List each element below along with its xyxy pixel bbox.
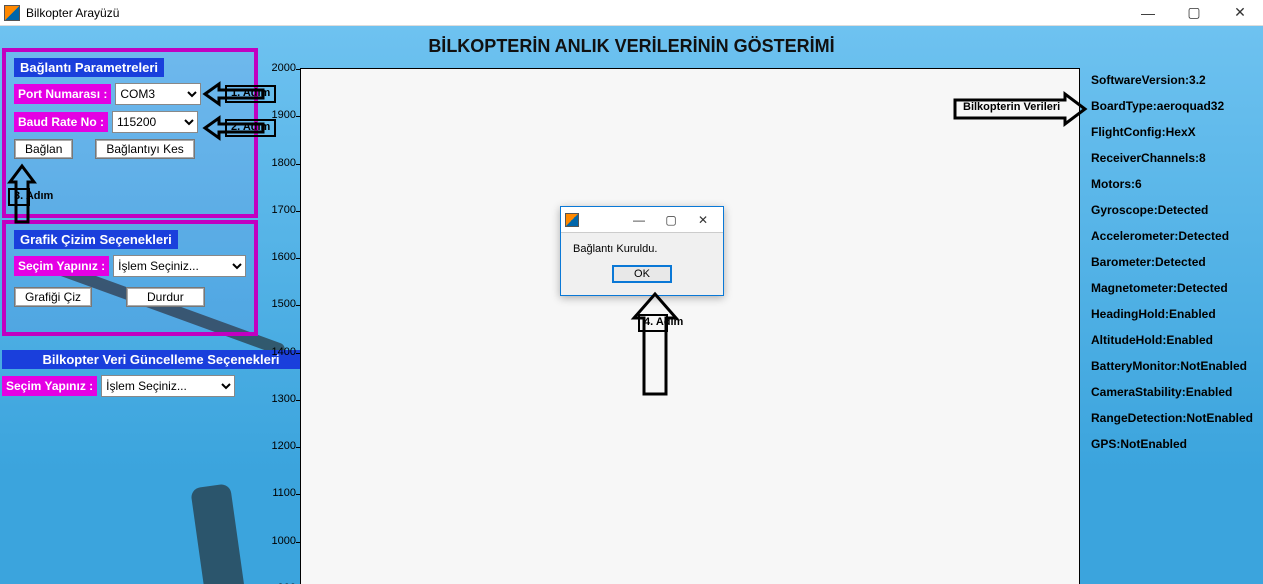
y-tick-label: 1600 bbox=[266, 251, 296, 263]
update-select-label: Seçim Yapınız : bbox=[2, 376, 97, 396]
port-label: Port Numarası : bbox=[14, 84, 111, 104]
connect-button[interactable]: Bağlan bbox=[14, 139, 73, 159]
plot-panel-header: Grafik Çizim Seçenekleri bbox=[14, 230, 178, 249]
draw-graph-button[interactable]: Grafiği Çiz bbox=[14, 287, 92, 307]
y-tick-label: 1400 bbox=[266, 346, 296, 358]
dialog-minimize-button[interactable]: — bbox=[623, 208, 655, 232]
plot-select[interactable]: İşlem Seçiniz... bbox=[113, 255, 246, 277]
info-item: HeadingHold:Enabled bbox=[1091, 308, 1257, 320]
maximize-button[interactable]: ▢ bbox=[1171, 0, 1217, 26]
dialog-logo-icon bbox=[565, 213, 579, 227]
info-item: RangeDetection:NotEnabled bbox=[1091, 412, 1257, 424]
y-tick-label: 2000 bbox=[266, 62, 296, 74]
y-tick-label: 1200 bbox=[266, 440, 296, 452]
info-item: Gyroscope:Detected bbox=[1091, 204, 1257, 216]
y-tick-label: 1700 bbox=[266, 204, 296, 216]
info-item: SoftwareVersion:3.2 bbox=[1091, 74, 1257, 86]
info-item: Accelerometer:Detected bbox=[1091, 230, 1257, 242]
info-item: Magnetometer:Detected bbox=[1091, 282, 1257, 294]
info-item: GPS:NotEnabled bbox=[1091, 438, 1257, 450]
port-select[interactable]: COM3 bbox=[115, 83, 201, 105]
y-tick-label: 1300 bbox=[266, 393, 296, 405]
connection-panel: Bağlantı Parametreleri Port Numarası : C… bbox=[2, 48, 258, 218]
y-tick-label: 1100 bbox=[266, 487, 296, 499]
info-item: Motors:6 bbox=[1091, 178, 1257, 190]
message-dialog: — ▢ ✕ Bağlantı Kuruldu. OK bbox=[560, 206, 724, 296]
minimize-button[interactable]: — bbox=[1125, 0, 1171, 26]
plot-panel: Grafik Çizim Seçenekleri Seçim Yapınız :… bbox=[2, 220, 258, 336]
info-item: BoardType:aeroquad32 bbox=[1091, 100, 1257, 112]
window-titlebar: Bilkopter Arayüzü — ▢ ✕ bbox=[0, 0, 1263, 26]
info-item: ReceiverChannels:8 bbox=[1091, 152, 1257, 164]
close-button[interactable]: ✕ bbox=[1217, 0, 1263, 26]
y-tick-label: 1500 bbox=[266, 298, 296, 310]
app-logo-icon bbox=[4, 5, 20, 21]
dialog-close-button[interactable]: ✕ bbox=[687, 208, 719, 232]
window-title: Bilkopter Arayüzü bbox=[26, 6, 1125, 20]
dialog-titlebar: — ▢ ✕ bbox=[561, 207, 723, 233]
dialog-maximize-button[interactable]: ▢ bbox=[655, 208, 687, 232]
main-content: BİLKOPTERİN ANLIK VERİLERİNİN GÖSTERİMİ … bbox=[0, 26, 1263, 584]
plot-select-label: Seçim Yapınız : bbox=[14, 256, 109, 276]
chart-axes bbox=[300, 68, 1080, 584]
dialog-ok-button[interactable]: OK bbox=[612, 265, 672, 283]
info-item: FlightConfig:HexX bbox=[1091, 126, 1257, 138]
update-select[interactable]: İşlem Seçiniz... bbox=[101, 375, 235, 397]
dialog-message: Bağlantı Kuruldu. bbox=[573, 243, 711, 255]
y-tick-label: 1800 bbox=[266, 157, 296, 169]
info-item: BatteryMonitor:NotEnabled bbox=[1091, 360, 1257, 372]
baud-label: Baud Rate No : bbox=[14, 112, 108, 132]
info-panel: SoftwareVersion:3.2 BoardType:aeroquad32 F… bbox=[1085, 68, 1263, 584]
connection-panel-header: Bağlantı Parametreleri bbox=[14, 58, 164, 77]
y-tick-label: 1000 bbox=[266, 535, 296, 547]
info-item: Barometer:Detected bbox=[1091, 256, 1257, 268]
info-item: AltitudeHold:Enabled bbox=[1091, 334, 1257, 346]
disconnect-button[interactable]: Bağlantıyı Kes bbox=[95, 139, 194, 159]
y-tick-label: 1900 bbox=[266, 109, 296, 121]
info-item: CameraStability:Enabled bbox=[1091, 386, 1257, 398]
stop-button[interactable]: Durdur bbox=[126, 287, 205, 307]
baud-select[interactable]: 115200 bbox=[112, 111, 198, 133]
